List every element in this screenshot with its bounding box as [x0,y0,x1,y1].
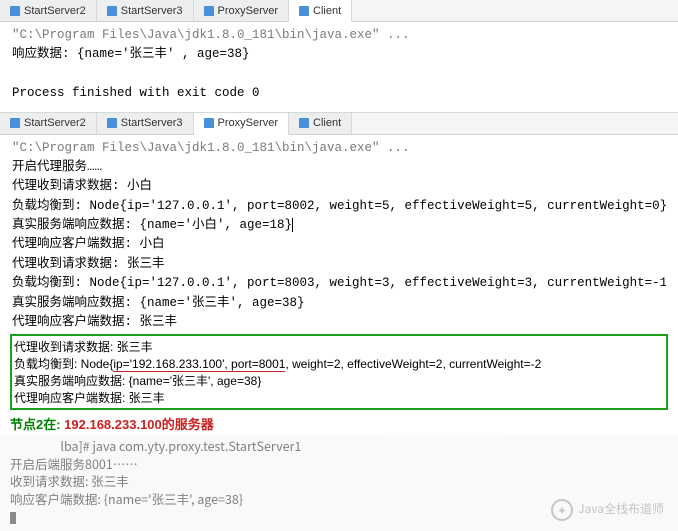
run-icon [299,6,309,16]
tabs-bar-top: StartServer2 StartServer3 ProxyServer Cl… [0,0,678,22]
console-client[interactable]: "C:\Program Files\Java\jdk1.8.0_181\bin\… [0,22,678,112]
output-start-proxy: 开启代理服务…… [12,158,666,177]
tab-startserver3[interactable]: StartServer3 [97,113,194,134]
output-req-recv: 代理收到请求数据: 张三丰 [14,338,664,355]
run-icon [10,6,20,16]
run-icon [107,118,117,128]
highlight-box: 代理收到请求数据: 张三丰 负载均衡到: Node{ip='192.168.23… [10,334,668,410]
tab-startserver2[interactable]: StartServer2 [0,113,97,134]
output-proxy-resp: 代理响应客户端数据: 张三丰 [12,313,666,332]
output-backend-resp: 真实服务端响应数据: {name='张三丰', age=38} [12,294,666,313]
tab-startserver3[interactable]: StartServer3 [97,0,194,21]
linux-terminal-output: lba]# java com.yty.proxy.test.StartServe… [0,435,678,531]
wechat-logo-icon: ✦ [551,499,573,521]
console-cmd-line: "C:\Program Files\Java\jdk1.8.0_181\bin\… [12,139,666,158]
text-cursor [292,218,293,232]
terminal-line: 收到请求数据: 张三丰 [10,472,668,490]
terminal-cmd: lba]# java com.yty.proxy.test.StartServe… [10,437,668,455]
output-proxy-resp: 代理响应客户端数据: 张三丰 [14,389,664,406]
annotation-text: 节点2在: 192.168.233.100的服务器 [0,414,678,435]
console-blank [12,65,666,84]
tab-proxyserver[interactable]: ProxyServer [194,0,290,21]
output-loadbalance: 负载均衡到: Node{ip='127.0.0.1', port=8003, w… [12,274,666,293]
console-cmd-line: "C:\Program Files\Java\jdk1.8.0_181\bin\… [12,26,666,45]
console-output-line: 响应数据: {name='张三丰' , age=38} [12,45,666,64]
run-icon [299,118,309,128]
terminal-line: 开启后端服务8001…… [10,455,668,473]
tab-startserver2[interactable]: StartServer2 [0,0,97,21]
run-icon [204,118,214,128]
panel-client: StartServer2 StartServer3 ProxyServer Cl… [0,0,678,112]
tab-client[interactable]: Client [289,113,352,134]
tabs-bar-bottom: StartServer2 StartServer3 ProxyServer Cl… [0,113,678,135]
output-backend-resp: 真实服务端响应数据: {name='小白', age=18} [12,216,666,235]
panel-proxyserver: StartServer2 StartServer3 ProxyServer Cl… [0,113,678,411]
output-loadbalance: 负载均衡到: Node{ip='127.0.0.1', port=8002, w… [12,197,666,216]
console-exit-line: Process finished with exit code 0 [12,84,666,103]
watermark: ✦ Java全栈布道师 [551,499,664,521]
run-icon [107,6,117,16]
tab-client[interactable]: Client [289,0,352,22]
run-icon [10,118,20,128]
highlighted-node-address: ip='192.168.233.100', port=8001 [113,357,285,372]
output-req-recv: 代理收到请求数据: 小白 [12,177,666,196]
tab-proxyserver[interactable]: ProxyServer [194,113,290,135]
run-icon [204,6,214,16]
output-proxy-resp: 代理响应客户端数据: 小白 [12,235,666,254]
terminal-cursor [10,512,16,524]
console-proxyserver[interactable]: "C:\Program Files\Java\jdk1.8.0_181\bin\… [0,135,678,333]
output-backend-resp: 真实服务端响应数据: {name='张三丰', age=38} [14,372,664,389]
output-loadbalance-highlighted: 负载均衡到: Node{ip='192.168.233.100', port=8… [14,355,664,372]
output-req-recv: 代理收到请求数据: 张三丰 [12,255,666,274]
